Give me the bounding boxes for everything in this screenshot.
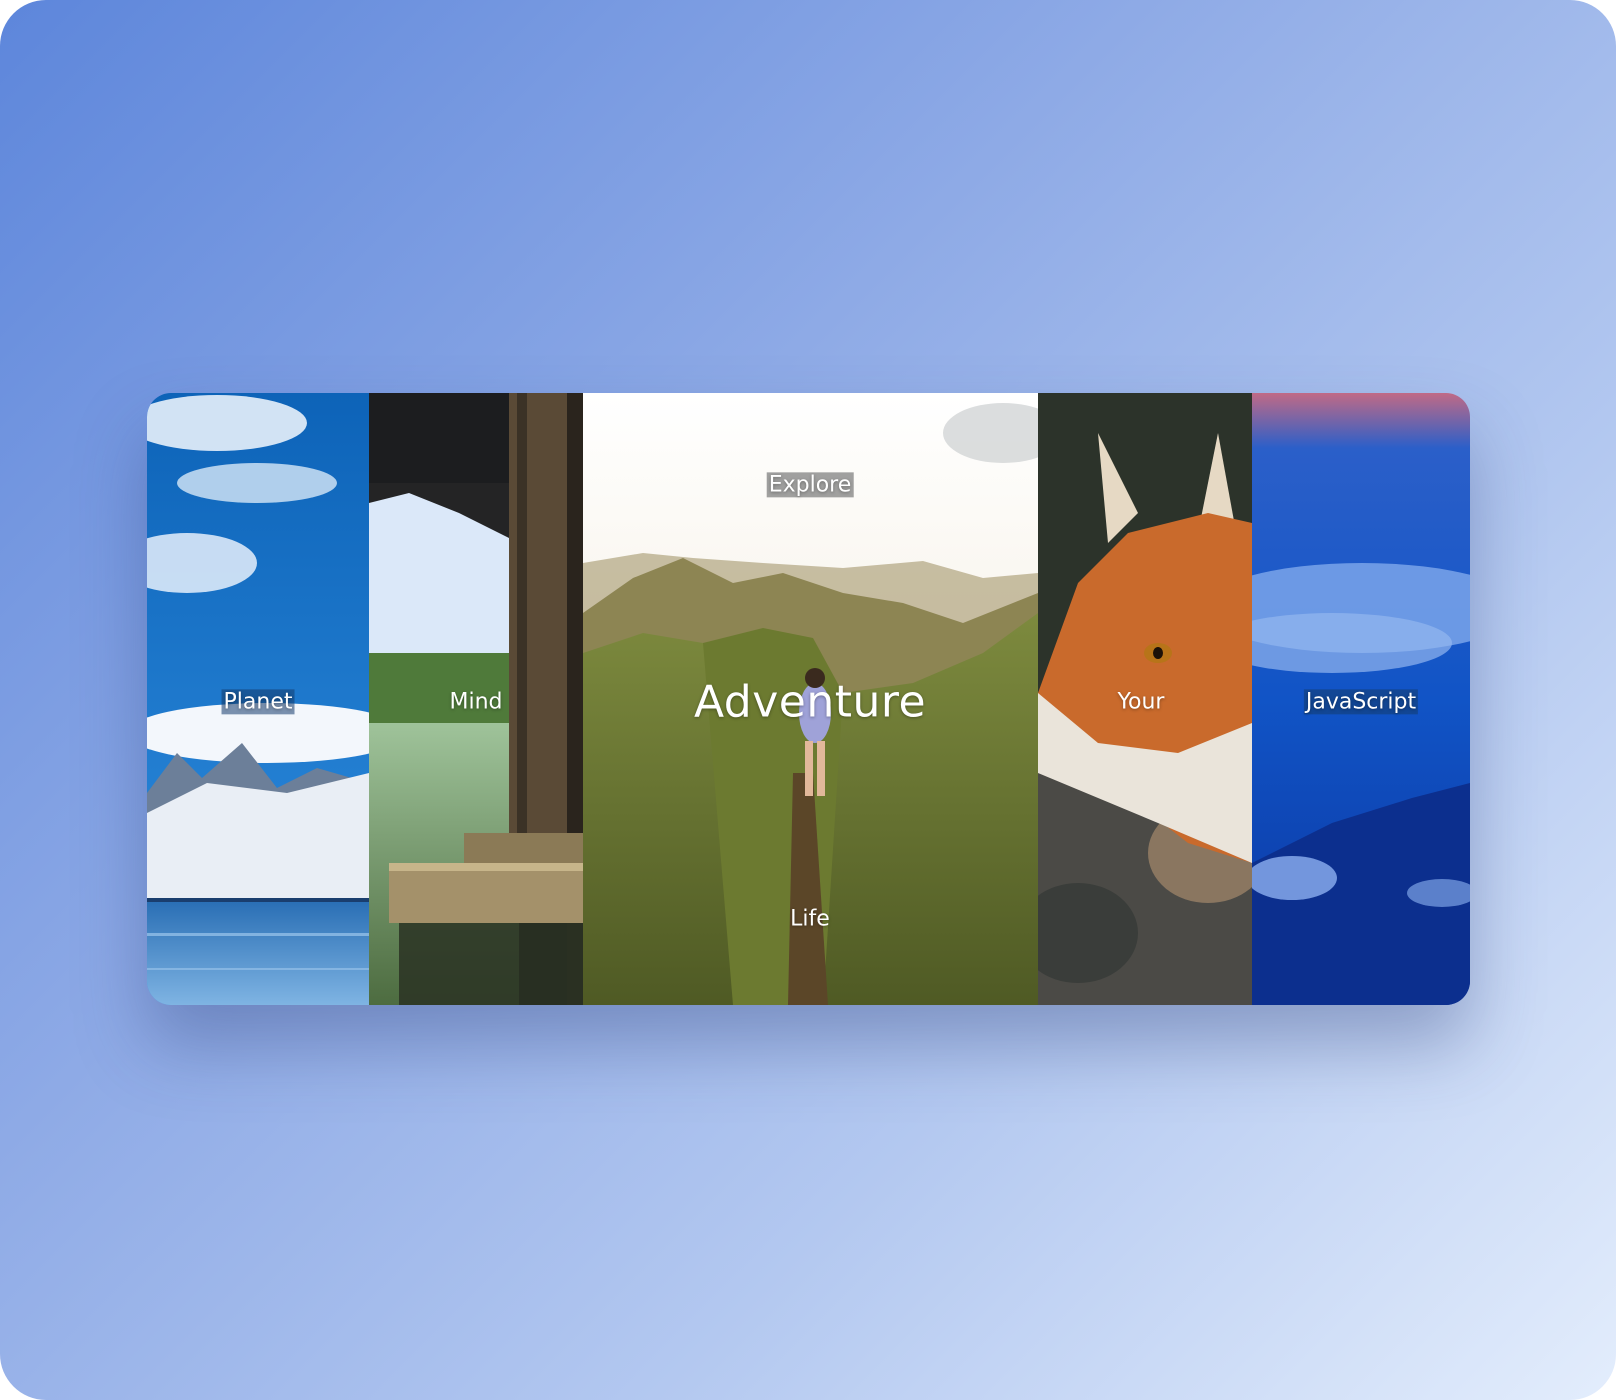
- panel-adventure-label: Adventure: [693, 676, 927, 728]
- panel-adventure-bottom-word: Life: [790, 906, 830, 932]
- panel-javascript-label: JavaScript: [1303, 689, 1419, 715]
- panel-planet-label: Planet: [221, 689, 295, 715]
- panel-adventure-top-word: Explore: [766, 472, 854, 498]
- page-background: Planet Mind Explore Adventure Life Your …: [0, 0, 1616, 1400]
- panel-planet[interactable]: Planet: [147, 393, 369, 1005]
- panel-mind[interactable]: Mind: [369, 393, 583, 1005]
- panel-adventure[interactable]: Explore Adventure Life: [583, 393, 1038, 1005]
- panel-mind-label: Mind: [449, 689, 503, 715]
- expanding-cards-gallery: Planet Mind Explore Adventure Life Your …: [147, 393, 1470, 1005]
- panel-javascript[interactable]: JavaScript: [1252, 393, 1470, 1005]
- panel-your[interactable]: Your: [1038, 393, 1252, 1005]
- panel-your-label: Your: [1117, 689, 1165, 715]
